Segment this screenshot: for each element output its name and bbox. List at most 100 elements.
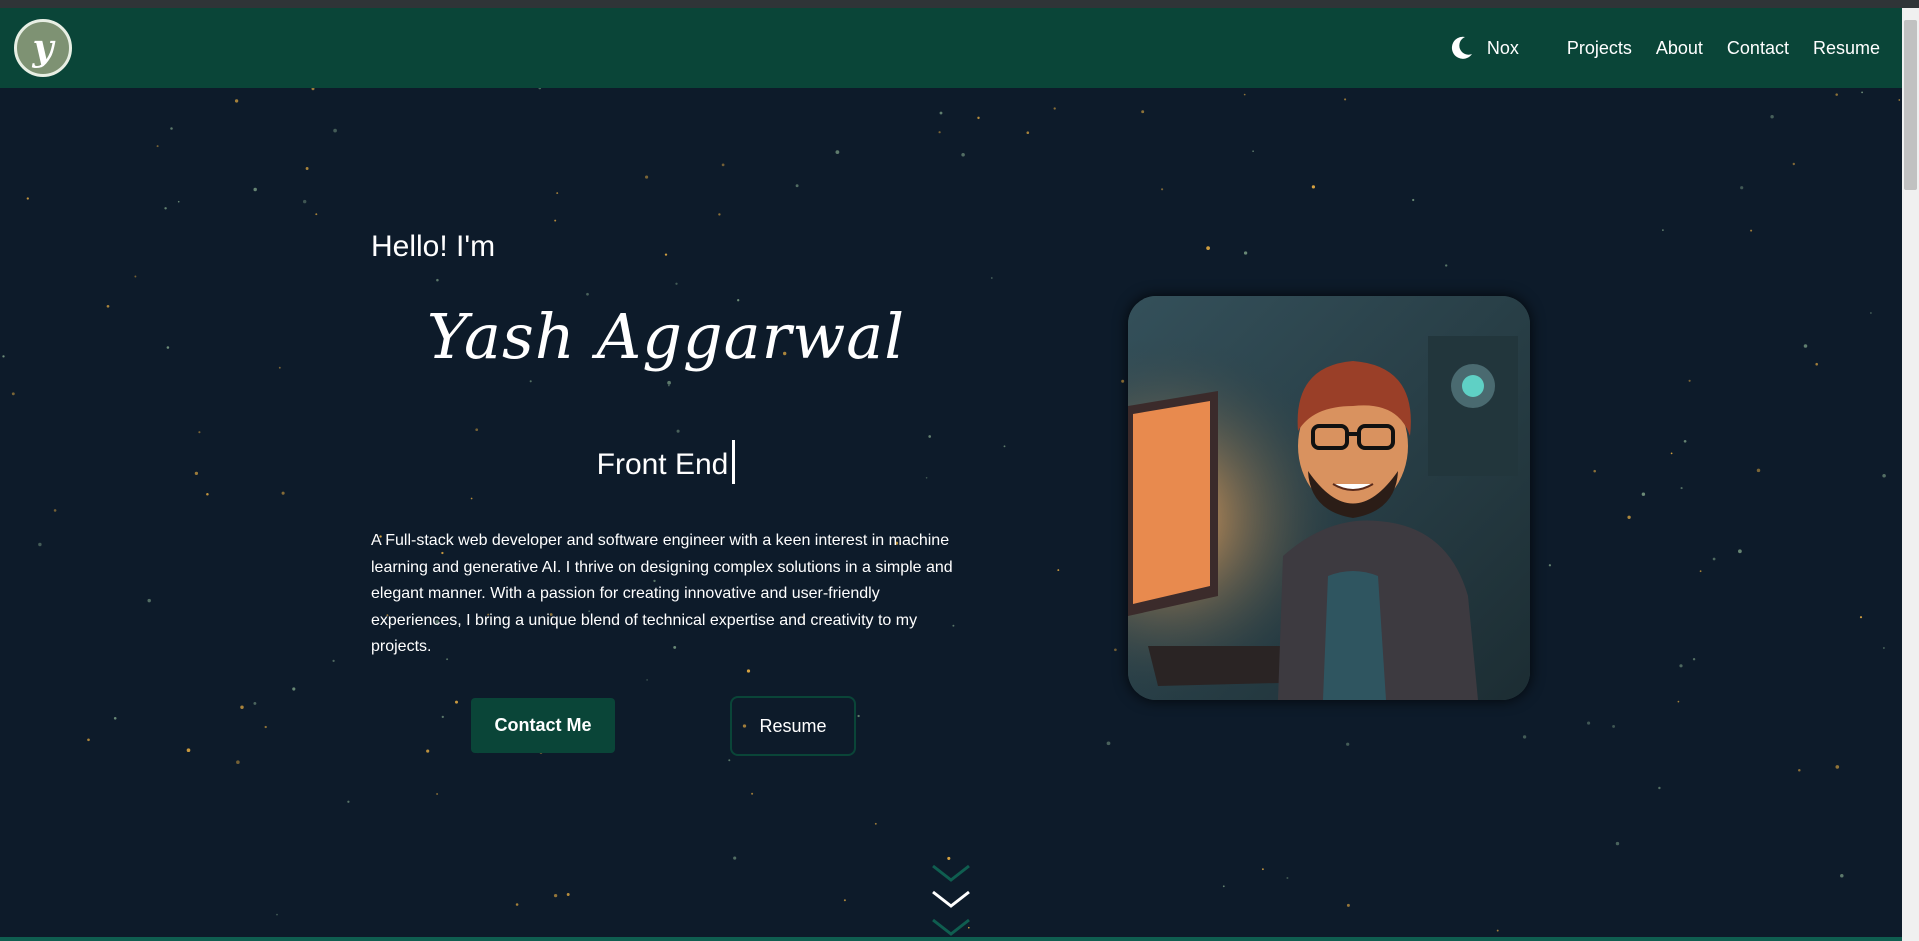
star-dot xyxy=(1882,474,1886,478)
star-dot xyxy=(166,346,170,349)
star-dot xyxy=(1898,99,1901,101)
star-dot xyxy=(436,793,439,795)
chevron-down-icon xyxy=(932,918,970,936)
star-dot xyxy=(1692,658,1696,661)
star-dot xyxy=(186,748,191,753)
star-dot xyxy=(1222,885,1225,888)
star-dot xyxy=(1792,162,1795,166)
star-dot xyxy=(1870,312,1872,314)
star-dot xyxy=(676,429,680,433)
star-dot xyxy=(1770,114,1774,119)
star-dot xyxy=(292,687,296,691)
star-dot xyxy=(147,598,151,603)
star-dot xyxy=(1750,229,1753,232)
star-dot xyxy=(566,893,570,896)
star-dot xyxy=(746,669,751,673)
star-dot xyxy=(278,366,281,369)
star-dot xyxy=(1699,570,1702,573)
star-dot xyxy=(874,822,877,825)
star-dot xyxy=(645,175,649,179)
star-dot xyxy=(333,128,337,133)
star-dot xyxy=(1053,107,1056,110)
chevron-down-icon xyxy=(932,864,970,882)
star-dot xyxy=(1641,492,1646,496)
star-dot xyxy=(426,749,430,753)
star-dot xyxy=(835,150,840,154)
hero-role-text: Front End xyxy=(596,448,729,481)
starfield-background xyxy=(2,88,1901,932)
typing-cursor xyxy=(732,440,736,484)
star-dot xyxy=(106,304,110,308)
star-dot xyxy=(1882,647,1885,649)
nav-link-resume[interactable]: Resume xyxy=(1813,38,1880,59)
theme-toggle[interactable]: Nox xyxy=(1447,34,1519,62)
star-dot xyxy=(1121,379,1125,383)
star-dot xyxy=(1114,648,1117,652)
star-dot xyxy=(667,380,671,385)
star-dot xyxy=(198,431,201,434)
star-dot xyxy=(164,207,167,210)
star-dot xyxy=(990,277,993,279)
chevron-down-icon xyxy=(932,890,970,908)
hero-greeting: Hello! I'm xyxy=(371,230,496,263)
profile-illustration xyxy=(1128,296,1530,700)
star-dot xyxy=(938,131,941,134)
star-dot xyxy=(961,153,965,157)
star-dot xyxy=(1670,452,1673,455)
star-dot xyxy=(1738,549,1742,554)
star-dot xyxy=(264,725,267,729)
logo-letter: y xyxy=(32,27,54,69)
star-dot xyxy=(113,717,117,720)
contact-me-button[interactable]: Contact Me xyxy=(471,698,615,753)
star-dot xyxy=(668,384,670,387)
scrollbar-thumb[interactable] xyxy=(1904,20,1917,190)
star-dot xyxy=(939,111,943,115)
star-dot xyxy=(1593,469,1596,473)
nav-link-about[interactable]: About xyxy=(1656,38,1703,59)
star-dot xyxy=(928,435,932,438)
star-dot xyxy=(1243,93,1246,96)
star-dot xyxy=(253,701,257,705)
star-dot xyxy=(11,392,15,396)
star-dot xyxy=(1679,664,1683,668)
star-dot xyxy=(1712,557,1716,561)
star-dot xyxy=(1756,468,1761,473)
star-dot xyxy=(1522,735,1527,739)
star-dot xyxy=(240,705,244,709)
star-dot xyxy=(586,292,589,296)
scroll-down-chevrons[interactable] xyxy=(928,860,974,941)
star-dot xyxy=(134,275,137,278)
star-dot xyxy=(303,199,307,204)
star-dot xyxy=(1548,564,1552,567)
star-dot xyxy=(728,759,731,762)
scrollbar[interactable] xyxy=(1902,8,1919,941)
star-dot xyxy=(646,679,648,681)
star-dot xyxy=(538,88,542,90)
nav-link-projects[interactable]: Projects xyxy=(1567,38,1632,59)
star-dot xyxy=(332,659,335,663)
nav-link-contact[interactable]: Contact xyxy=(1727,38,1789,59)
star-dot xyxy=(1677,700,1680,703)
star-dot xyxy=(1683,439,1687,443)
section-divider xyxy=(0,937,1902,941)
star-dot xyxy=(475,428,479,432)
star-dot xyxy=(1261,868,1264,871)
browser-top-strip xyxy=(0,0,1919,8)
star-dot xyxy=(1798,768,1801,772)
logo[interactable]: y xyxy=(14,19,72,77)
star-dot xyxy=(529,380,532,383)
star-dot xyxy=(170,127,173,130)
star-dot xyxy=(1662,229,1664,231)
star-dot xyxy=(1161,188,1164,191)
star-dot xyxy=(234,99,239,103)
star-dot xyxy=(554,219,557,222)
resume-button[interactable]: Resume xyxy=(730,696,856,756)
star-dot xyxy=(1003,445,1006,448)
profile-illustration-art xyxy=(1128,296,1530,700)
star-dot xyxy=(751,792,754,795)
star-dot xyxy=(156,145,159,148)
star-dot xyxy=(843,899,846,902)
star-dot xyxy=(1412,198,1415,202)
star-dot xyxy=(718,213,721,216)
star-dot xyxy=(1141,110,1145,114)
